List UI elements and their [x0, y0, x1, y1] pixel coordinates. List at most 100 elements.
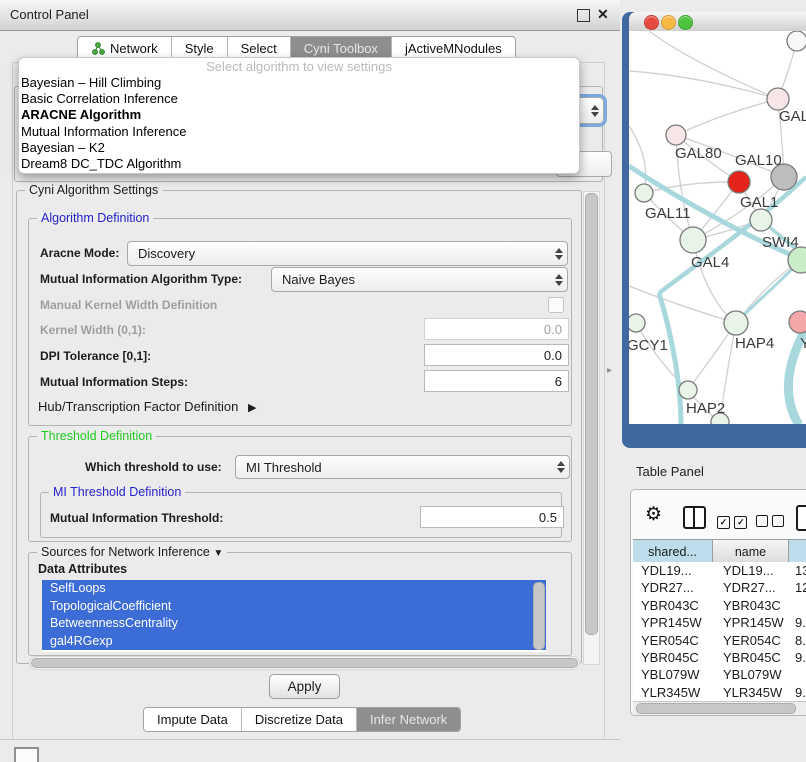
cyni-settings-title: Cyni Algorithm Settings	[25, 183, 162, 197]
close-panel-icon[interactable]: ✕	[597, 6, 609, 23]
list-item[interactable]: TopologicalCoefficient	[42, 598, 546, 616]
tab-network-label: Network	[110, 41, 158, 56]
table-row[interactable]: YPR145WYPR145W9.	[633, 614, 806, 631]
node-salmon[interactable]	[789, 311, 806, 333]
node-red-selected[interactable]	[728, 171, 750, 193]
node-gal4[interactable]	[680, 227, 706, 253]
control-panel-title: Control Panel	[10, 7, 89, 22]
horizontal-scrollbar-thumb[interactable]	[31, 658, 578, 668]
node-label: GAL4	[691, 254, 729, 271]
node-hap4[interactable]	[724, 311, 748, 335]
node-label: SWI4	[762, 234, 799, 251]
checked-box-icon: ✓	[717, 516, 730, 529]
dropdown-item-selected[interactable]: ARACNE Algorithm	[19, 107, 579, 123]
table-row[interactable]: YLR345WYLR345W9.	[633, 684, 806, 701]
table-hscrollbar-thumb[interactable]	[636, 703, 796, 714]
network-nodes	[629, 31, 806, 424]
mi-steps-field[interactable]: 6	[424, 370, 569, 392]
splitter-collapse-icon[interactable]: ▸	[607, 365, 612, 376]
list-item[interactable]: SelfLoops	[42, 580, 546, 598]
node-gal80[interactable]	[666, 125, 686, 145]
table-panel: ⚙ ✓ ✓ shared... name YDL19...YDL19...13 …	[630, 489, 806, 716]
mi-steps-label: Mutual Information Steps:	[40, 375, 188, 389]
mi-threshold-label: Mutual Information Threshold:	[50, 511, 223, 525]
list-item[interactable]: BetweennessCentrality	[42, 615, 546, 633]
manual-kernel-checkbox[interactable]	[548, 297, 564, 313]
dropdown-item[interactable]: Dream8 DC_TDC Algorithm	[19, 156, 579, 172]
mi-type-combo[interactable]: Naive Bayes	[271, 267, 568, 292]
table-header: shared... name	[633, 539, 806, 564]
minimize-traffic-light[interactable]	[661, 15, 676, 30]
hide-columns-icon[interactable]	[756, 514, 784, 532]
control-panel-titlebar: Control Panel ✕	[0, 0, 620, 31]
table-body: YDL19...YDL19...13 YDR27...YDR27...12 YB…	[633, 562, 806, 701]
node-gal[interactable]	[767, 88, 789, 110]
table-row[interactable]: YBR045CYBR045C9.	[633, 649, 806, 666]
algorithm-dropdown: Select algorithm to view settings Bayesi…	[18, 57, 580, 174]
dropdown-item[interactable]: Bayesian – K2	[19, 140, 579, 156]
table-row[interactable]: YBR043CYBR043C	[633, 597, 806, 614]
network-node-labels: GAL GAL80 GAL10 GAL1 GAL11 SWI4 GAL4 GCY…	[629, 108, 806, 417]
table-panel-title: Table Panel	[636, 464, 704, 479]
node-gal1[interactable]	[750, 209, 772, 231]
sources-group-title[interactable]: Sources for Network Inference ▼	[37, 545, 227, 559]
list-scrollbar-thumb[interactable]	[533, 582, 545, 650]
column-header-shared-name[interactable]: shared...	[633, 540, 713, 563]
bottom-tab-bar: Impute Data Discretize Data Infer Networ…	[143, 707, 461, 732]
aracne-mode-combo[interactable]: Discovery	[127, 241, 568, 266]
dropdown-item[interactable]: Mutual Information Inference	[19, 124, 579, 140]
export-table-icon[interactable]	[796, 505, 806, 531]
dropdown-item[interactable]: Bayesian – Hill Climbing	[19, 75, 579, 91]
mi-threshold-field[interactable]: 0.5	[420, 506, 564, 528]
split-view-icon[interactable]	[683, 506, 706, 529]
which-threshold-combo[interactable]: MI Threshold	[235, 455, 570, 479]
panel-divider-line	[0, 739, 620, 740]
table-row[interactable]: YDL19...YDL19...13	[633, 562, 806, 579]
gear-icon[interactable]: ⚙	[645, 505, 662, 524]
column-header-name[interactable]: name	[713, 540, 789, 563]
network-canvas[interactable]: GAL GAL80 GAL10 GAL1 GAL11 SWI4 GAL4 GCY…	[629, 31, 806, 424]
settings-scrollbar-thumb[interactable]	[585, 193, 598, 635]
zoom-traffic-light[interactable]	[678, 15, 693, 30]
node-label: GAL	[779, 108, 806, 125]
collapse-down-icon: ▼	[213, 548, 223, 559]
apply-button[interactable]: Apply	[269, 674, 340, 699]
table-row[interactable]: YER054CYER054C8.	[633, 632, 806, 649]
manual-kernel-label: Manual Kernel Width Definition	[40, 298, 217, 312]
node-hap2[interactable]	[679, 381, 697, 399]
screen: Control Panel ✕ Network Style Select Cyn…	[0, 0, 806, 762]
table-row[interactable]: YDR27...YDR27...12	[633, 579, 806, 596]
kernel-width-label: Kernel Width (0,1):	[40, 323, 146, 337]
stepper-icon	[555, 274, 562, 286]
expand-right-icon: ▶	[248, 402, 256, 414]
float-panel-icon[interactable]	[577, 9, 590, 22]
tab-discretize-data[interactable]: Discretize Data	[242, 708, 357, 731]
tab-impute-data[interactable]: Impute Data	[144, 708, 242, 731]
hub-definition-expander[interactable]: Hub/Transcription Factor Definition ▶	[38, 399, 256, 414]
show-columns-icon[interactable]: ✓ ✓	[717, 512, 747, 530]
data-attributes-label: Data Attributes	[38, 562, 127, 576]
node-gal11[interactable]	[635, 184, 653, 202]
dpi-tolerance-field[interactable]: 0.0	[424, 344, 569, 366]
stepper-icon	[557, 461, 564, 473]
dropdown-item[interactable]: Basic Correlation Inference	[19, 91, 579, 107]
dropdown-placeholder: Select algorithm to view settings	[19, 58, 579, 75]
data-attributes-list: SelfLoops TopologicalCoefficient Between…	[42, 580, 546, 652]
threshold-definition-title: Threshold Definition	[37, 429, 156, 443]
node-label: HAP4	[735, 335, 774, 352]
node-label: GAL10	[735, 152, 782, 169]
tab-infer-network[interactable]: Infer Network	[357, 708, 460, 731]
node-label: GAL1	[740, 194, 778, 211]
list-item[interactable]: gal4RGexp	[42, 633, 546, 651]
docked-panel-icon[interactable]	[14, 747, 39, 762]
node-gcy1[interactable]	[629, 314, 645, 332]
mi-threshold-group-title: MI Threshold Definition	[49, 485, 185, 499]
column-header-partial[interactable]	[789, 540, 806, 563]
node-unlabeled-top[interactable]	[787, 31, 806, 51]
close-traffic-light[interactable]	[644, 15, 659, 30]
node-label: GCY1	[629, 337, 668, 354]
aracne-mode-label: Aracne Mode:	[40, 246, 119, 260]
table-row[interactable]: YBL079WYBL079W	[633, 666, 806, 683]
checked-box-icon: ✓	[734, 516, 747, 529]
kernel-width-field[interactable]: 0.0	[424, 318, 569, 340]
